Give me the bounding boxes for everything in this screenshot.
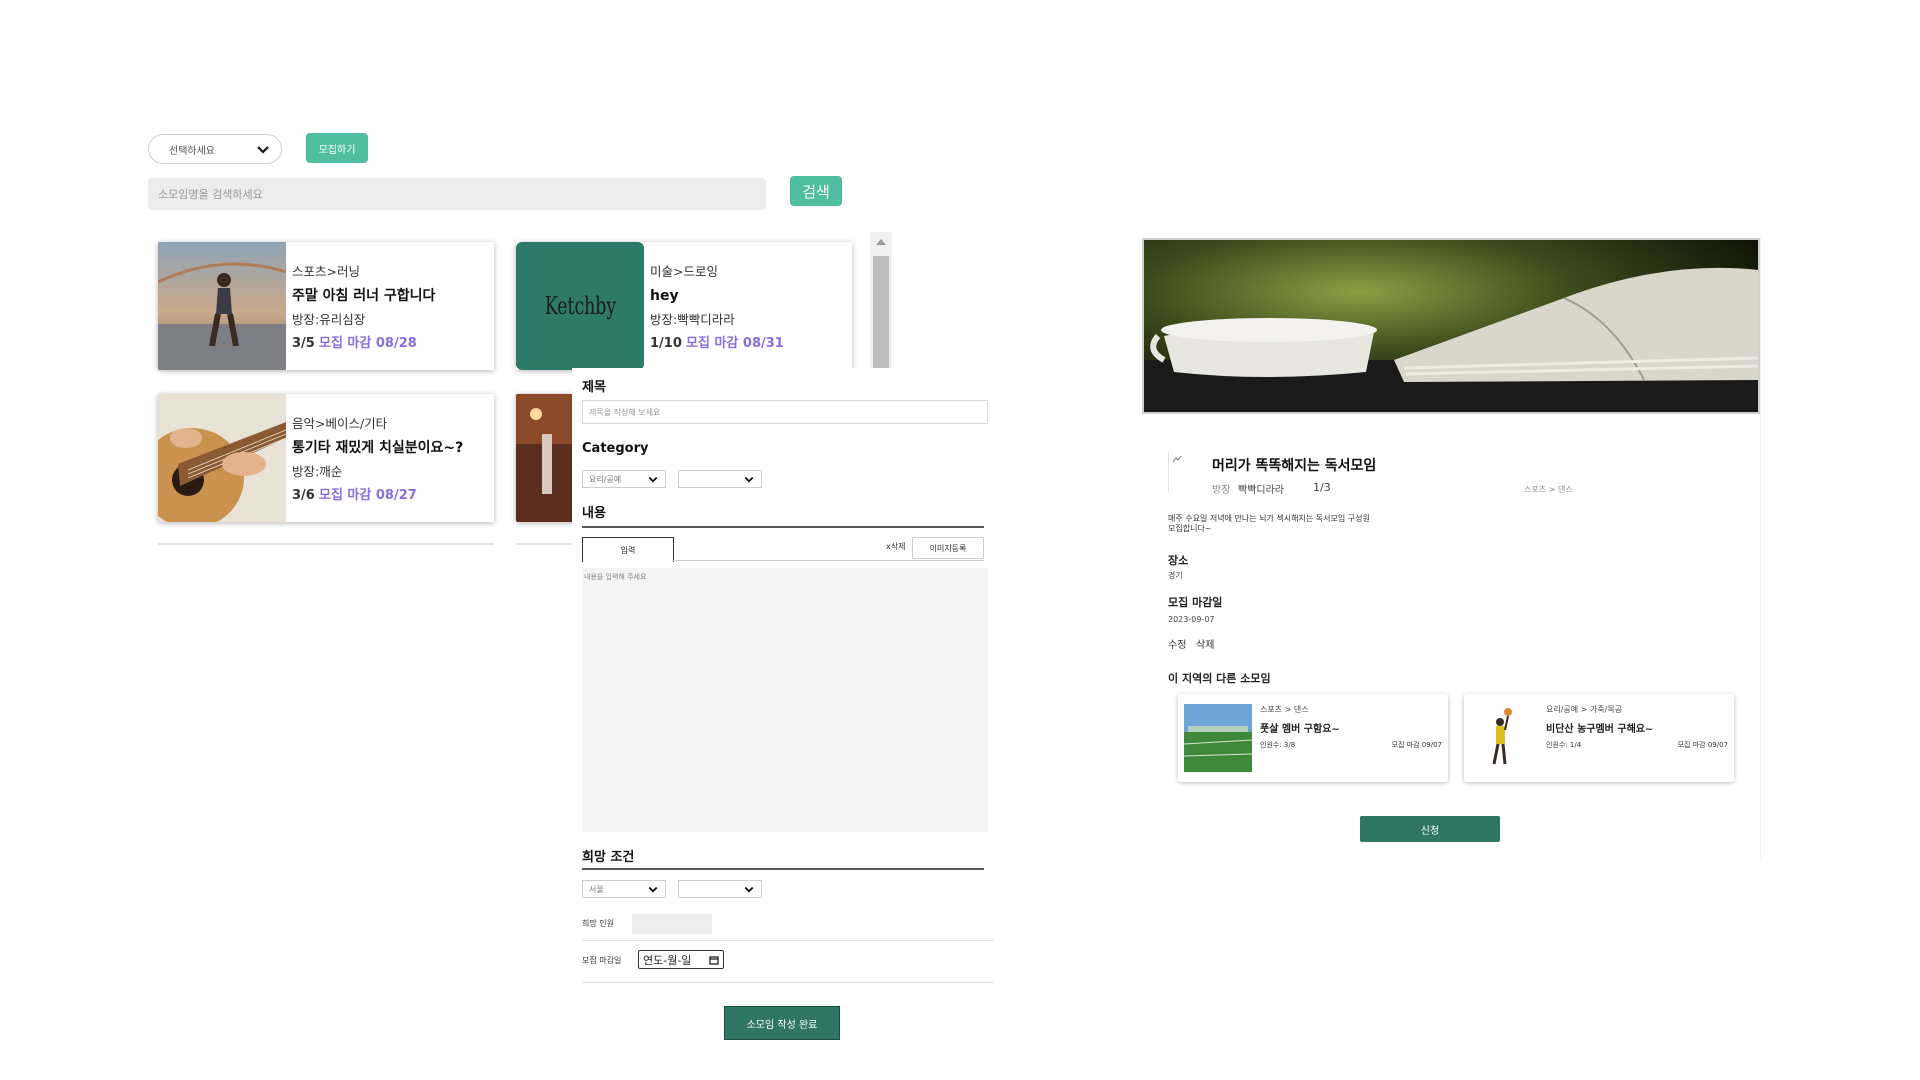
card-title: hey: [650, 288, 679, 304]
group-card[interactable]: 음악>베이스/기타 통기타 재밌게 치실분이요~? 방장:깨순 3/6 모집 마…: [158, 394, 494, 522]
search-button[interactable]: 검색: [790, 176, 842, 206]
members-input[interactable]: [632, 914, 712, 934]
content-label: 내용: [582, 506, 606, 521]
card-text: 스포츠>러닝 주말 아침 러너 구합니다 방장:유리심장 3/5 모집 마감 0…: [292, 260, 435, 356]
content-divider: [582, 526, 984, 528]
mini-card-category: 스포츠 > 댄스: [1260, 705, 1309, 714]
card-divider: [516, 543, 572, 545]
chevron-down-icon: [648, 886, 658, 893]
members-label: 희망 인원: [582, 919, 614, 928]
other-groups-label: 이 지역의 다른 소모임: [1168, 672, 1271, 685]
card-thumbnail-ketchby: Ketchby: [516, 242, 644, 370]
chevron-down-icon: [648, 476, 658, 483]
mini-card-title: 비단산 농구멤버 구해요~: [1546, 724, 1654, 735]
broken-image-icon: [1172, 455, 1182, 463]
conditions-label: 희망 조건: [582, 850, 635, 865]
hero-image: [1142, 238, 1760, 414]
card-deadline: 모집 마감 08/28: [318, 336, 417, 351]
mini-card-members: 인원수: 1/4: [1546, 741, 1582, 749]
content-textarea[interactable]: 내용을 입력해 주세요: [582, 568, 988, 832]
delete-image-button[interactable]: x삭제: [886, 541, 905, 552]
form-divider: [582, 982, 994, 983]
scrollbar-thumb[interactable]: [873, 256, 889, 368]
image-upload-button[interactable]: 이미지등록: [912, 537, 984, 559]
title-input[interactable]: 제목을 작성해 보세요: [582, 400, 988, 424]
card-title: 통기타 재밌게 치실분이요~?: [292, 440, 464, 456]
chevron-down-icon: [744, 476, 754, 483]
tab-input[interactable]: 입력: [582, 537, 674, 562]
list-scrollbar[interactable]: [870, 232, 892, 368]
card-host: 방장:빡빡디라라: [650, 312, 735, 327]
avatar: [1168, 452, 1197, 492]
card-category: 음악>베이스/기타: [292, 416, 388, 431]
group-title: 머리가 똑똑해지는 독서모임: [1212, 458, 1377, 474]
title-label: 제목: [582, 380, 606, 395]
mini-card-category: 요리/공예 > 가죽/목공: [1546, 705, 1623, 714]
conditions-divider: [582, 868, 984, 870]
form-divider: [582, 940, 994, 941]
mini-card-deadline: 모집 마감 09/07: [1677, 741, 1728, 749]
scroll-up-icon[interactable]: [876, 239, 886, 245]
recruit-button[interactable]: 모집하기: [306, 133, 368, 163]
card-count: 1/10: [650, 336, 682, 351]
card-deadline: 모집 마감 08/31: [686, 336, 784, 351]
card-category: 스포츠>러닝: [292, 264, 360, 279]
chevron-down-icon: [257, 146, 269, 154]
card-text: 음악>베이스/기타 통기타 재밌게 치실분이요~? 방장:깨순 3/6 모집 마…: [292, 412, 463, 508]
mini-card-members: 인원수: 3/8: [1260, 741, 1296, 749]
region-select-main-value: 서울: [589, 884, 604, 894]
host-name: 빡빡디라라: [1238, 485, 1284, 496]
region-select-sub[interactable]: [678, 880, 762, 898]
card-text: 미술>드로잉 hey 방장:빡빡디라라 1/10 모집 마감 08/31: [650, 260, 784, 356]
category-select-main-value: 요리/공예: [589, 474, 622, 484]
description-line: 모집합니다~: [1168, 524, 1212, 533]
card-divider: [158, 543, 494, 545]
ketchby-logo: Ketchby: [544, 292, 616, 320]
book-coffee-image: [1144, 240, 1758, 412]
card-thumbnail-basketball: [1470, 704, 1538, 772]
group-card[interactable]: Ketchby 미술>드로잉 hey 방장:빡빡디라라 1/10 모집 마감 0…: [516, 242, 852, 370]
member-count: 1/3: [1313, 481, 1331, 494]
category-select-sub[interactable]: [678, 470, 762, 488]
category-select-main[interactable]: 요리/공예: [582, 470, 666, 488]
submit-group-button[interactable]: 소모임 작성 완료: [724, 1006, 840, 1040]
group-card[interactable]: 스포츠>러닝 주말 아침 러너 구합니다 방장:유리심장 3/5 모집 마감 0…: [158, 242, 494, 370]
card-thumbnail-futsal: [1184, 704, 1252, 772]
deadline-label: 모집 마감일: [1168, 596, 1223, 609]
calendar-icon[interactable]: [709, 955, 719, 965]
card-thumbnail-runner: [158, 242, 286, 370]
search-input[interactable]: 소모임명을 검색하세요: [148, 178, 766, 210]
place-label: 장소: [1168, 554, 1189, 567]
other-group-card[interactable]: 스포츠 > 댄스 풋살 멤버 구함요~ 인원수: 3/8 모집 마감 09/07: [1178, 694, 1448, 782]
apply-button[interactable]: 신청: [1360, 816, 1500, 842]
group-description: 매주 수요일 저녁에 만나는 뇌가 섹시해지는 독서모임 구성원 모집합니다~: [1168, 514, 1370, 534]
deadline-date-value: 연도-월-일: [643, 953, 692, 967]
category-select-value: 선택하세요: [169, 145, 215, 157]
host-label: 방장: [1212, 485, 1231, 496]
detail-category: 스포츠 > 댄스: [1524, 485, 1573, 494]
description-line: 매주 수요일 저녁에 만나는 뇌가 섹시해지는 독서모임 구성원: [1168, 514, 1370, 523]
deadline-label: 모집 마감일: [582, 956, 622, 965]
delete-button[interactable]: 삭제: [1196, 636, 1214, 651]
deadline-value: 2023-09-07: [1168, 615, 1215, 624]
card-thumbnail-guitar: [158, 394, 286, 522]
card-deadline: 모집 마감 08/27: [318, 488, 417, 503]
mini-card-title: 풋살 멤버 구함요~: [1260, 724, 1340, 735]
card-host: 방장:유리심장: [292, 312, 366, 327]
tab-baseline: [672, 560, 984, 561]
card-count: 3/5: [292, 336, 315, 351]
card-count: 3/6: [292, 488, 315, 503]
deadline-date-input[interactable]: 연도-월-일: [638, 950, 724, 969]
category-label: Category: [582, 441, 649, 456]
edit-button[interactable]: 수정: [1168, 636, 1186, 651]
region-select-main[interactable]: 서울: [582, 880, 666, 898]
category-select[interactable]: 선택하세요: [148, 134, 282, 164]
chevron-down-icon: [744, 886, 754, 893]
other-group-card[interactable]: 요리/공예 > 가죽/목공 비단산 농구멤버 구해요~ 인원수: 1/4 모집 …: [1464, 694, 1734, 782]
card-host: 방장:깨순: [292, 464, 343, 479]
card-title: 주말 아침 러너 구합니다: [292, 288, 436, 304]
place-value: 경기: [1168, 571, 1183, 580]
card-category: 미술>드로잉: [650, 264, 718, 279]
mini-card-deadline: 모집 마감 09/07: [1391, 741, 1442, 749]
